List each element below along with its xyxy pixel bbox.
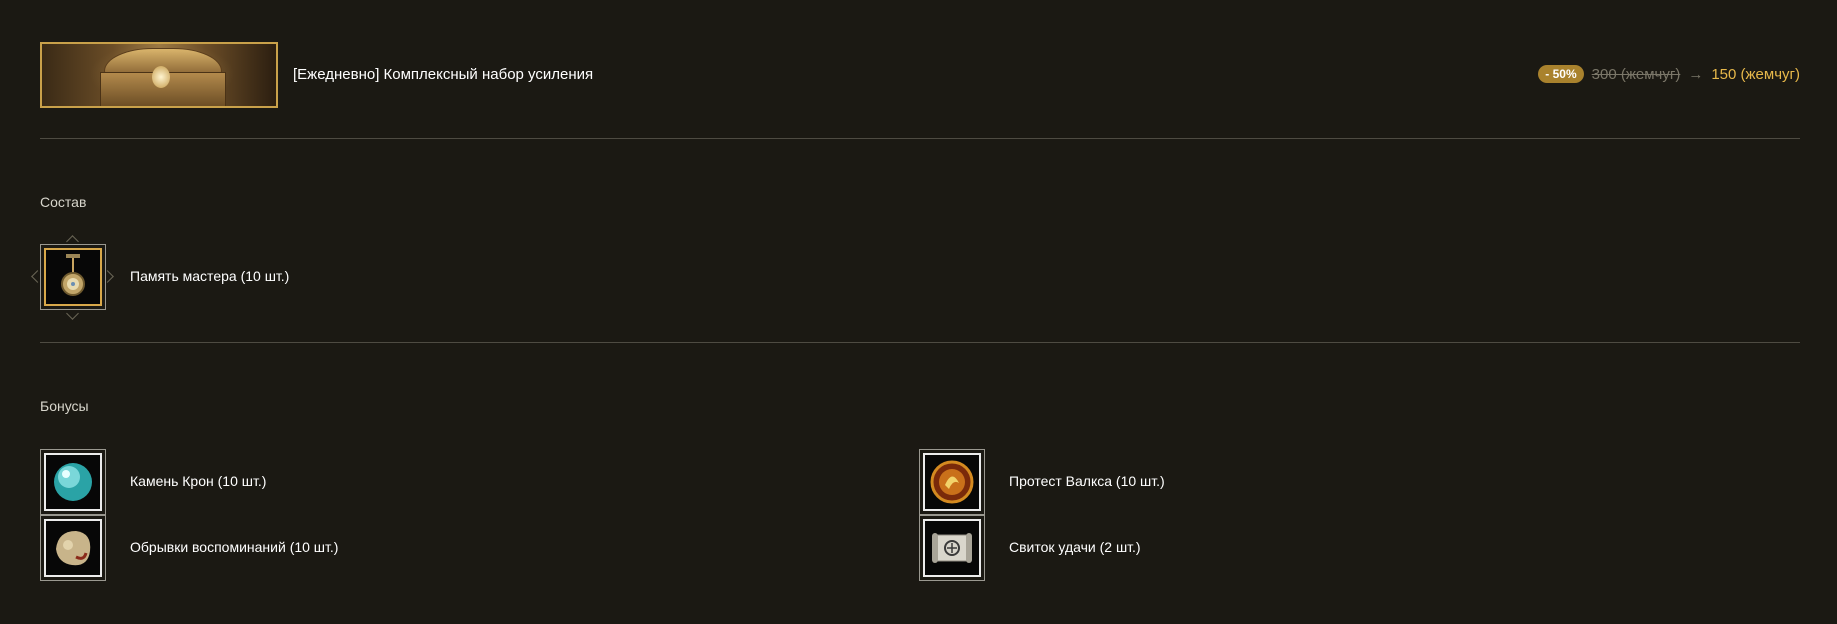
package-banner-image (40, 42, 278, 108)
old-price: 300 (жемчуг) (1591, 65, 1681, 83)
item-label: Свиток удачи (2 шт.) (1009, 539, 1141, 555)
item-icon-frame (40, 449, 106, 515)
new-price: 150 (жемчуг) (1711, 65, 1800, 83)
bonus-item-cron-stone[interactable]: Камень Крон (10 шт.) (40, 449, 840, 515)
item-icon-frame (919, 515, 985, 581)
package-title: [Ежедневно] Комплексный набор усиления (293, 66, 594, 83)
item-label: Обрывки воспоминаний (10 шт.) (130, 539, 339, 555)
composition-item-master-memory[interactable]: Память мастера (10 шт.) (31, 235, 840, 320)
item-label: Память мастера (10 шт.) (130, 268, 290, 284)
memory-fragment-icon (44, 519, 102, 577)
item-icon-frame (40, 515, 106, 581)
bonus-item-luck-scroll[interactable]: Свиток удачи (2 шт.) (919, 515, 1719, 581)
bonus-item-memory-fragment[interactable]: Обрывки воспоминаний (10 шт.) (40, 515, 840, 581)
divider (40, 138, 1800, 139)
cron-stone-icon (44, 453, 102, 511)
bonuses-label: Бонусы (40, 398, 89, 414)
valks-protest-icon (923, 453, 981, 511)
item-label: Протест Валкса (10 шт.) (1009, 473, 1165, 489)
composition-label: Состав (40, 194, 87, 210)
item-icon-frame (919, 449, 985, 515)
chest-lock (152, 66, 170, 88)
arrow-icon: → (1688, 65, 1704, 83)
item-label: Камень Крон (10 шт.) (130, 473, 267, 489)
master-memory-icon (44, 248, 102, 306)
divider (40, 342, 1800, 343)
discount-badge: - 50% (1538, 65, 1584, 83)
item-icon-frame (40, 244, 106, 310)
bonus-item-valks-protest[interactable]: Протест Валкса (10 шт.) (919, 449, 1719, 515)
price-block: - 50% 300 (жемчуг) → 150 (жемчуг) (1538, 65, 1800, 83)
luck-scroll-icon (923, 519, 981, 577)
package-header: [Ежедневно] Комплексный набор усиления -… (40, 42, 1800, 108)
